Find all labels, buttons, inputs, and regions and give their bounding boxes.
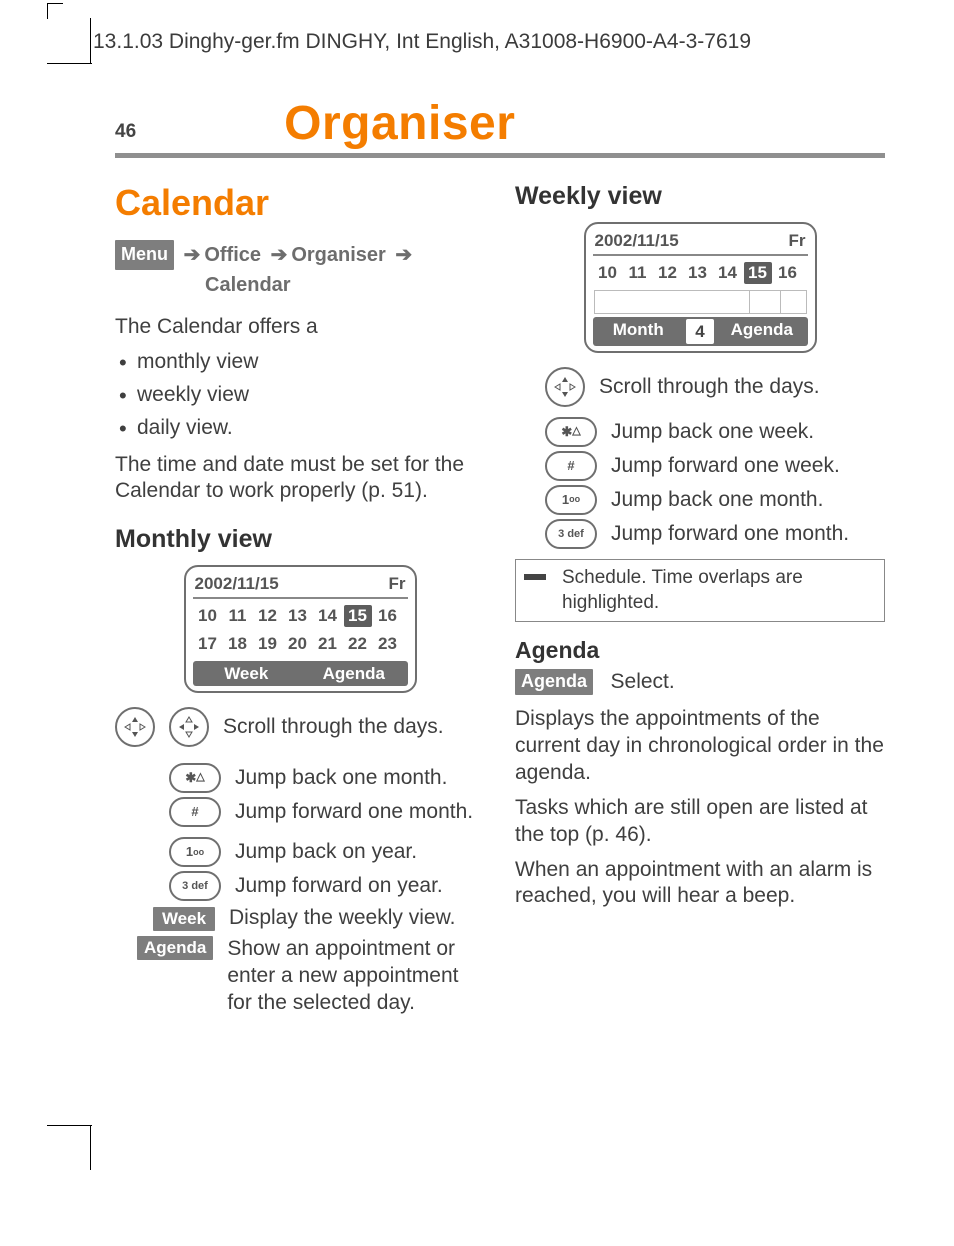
crop-mark <box>90 18 91 64</box>
schedule-note-box: Schedule. Time overlaps are highlighted. <box>515 559 885 622</box>
star-key-icon: ✱△ <box>169 763 221 793</box>
crumb-office: Office <box>204 244 261 266</box>
agenda-select: Select. <box>611 670 675 693</box>
running-header: 13.1.03 Dinghy-ger.fm DINGHY, Int Englis… <box>93 30 751 54</box>
phone-display-monthly: 2002/11/15 Fr 10111213141516 171819202122… <box>184 565 417 693</box>
phone-softkeys: Week Agenda <box>193 661 408 687</box>
legend-scroll: Scroll through the days. <box>223 714 485 741</box>
crumb-organiser: Organiser <box>291 244 385 266</box>
legend-one: Jump back one month. <box>611 487 885 514</box>
phone-softkeys: Month 4 Agenda <box>593 317 808 347</box>
nav-icon <box>115 707 155 747</box>
crop-mark <box>90 1125 91 1170</box>
one-key-icon: 1oo <box>545 485 597 515</box>
overlap-bar-icon <box>524 574 546 580</box>
note-text: The time and date must be set for the Ca… <box>115 452 485 506</box>
legend-three: Jump forward on year. <box>235 873 485 900</box>
legend-scroll: Scroll through the days. <box>599 374 885 401</box>
list-item: monthly view <box>115 349 485 376</box>
crop-mark <box>47 1125 92 1126</box>
view-list: monthly view weekly view daily view. <box>115 349 485 442</box>
agenda-pill: Agenda <box>515 669 593 695</box>
phone-days-row: 10111213141516 <box>594 262 807 284</box>
header-rule <box>115 153 885 158</box>
legend-one: Jump back on year. <box>235 839 485 866</box>
phone-date: 2002/11/15 <box>195 573 279 595</box>
agenda-heading: Agenda <box>515 636 885 665</box>
legend-star: Jump back one month. <box>235 765 485 792</box>
legend-agenda: Show an appointment or enter a new appoi… <box>227 936 485 1017</box>
intro-text: The Calendar offers a <box>115 314 485 341</box>
softkey-week: Week <box>193 661 301 687</box>
weekly-view-heading: Weekly view <box>515 180 885 212</box>
softkey-agenda: Agenda <box>300 661 408 687</box>
body-text: Displays the appointments of the current… <box>515 706 885 787</box>
star-key-icon: ✱△ <box>545 417 597 447</box>
page-number: 46 <box>115 121 136 151</box>
nav-icon <box>169 707 209 747</box>
phone-days-row: 17181920212223 <box>194 633 407 655</box>
note-text: Schedule. Time overlaps are highlighted. <box>562 566 876 615</box>
phone-dow: Fr <box>789 230 806 252</box>
phone-display-weekly: 2002/11/15 Fr 10111213141516 Month 4 Agen… <box>584 222 817 353</box>
body-text: Tasks which are still open are listed at… <box>515 795 885 849</box>
hash-key-icon: # <box>169 797 221 827</box>
legend-three: Jump forward one month. <box>611 521 885 548</box>
list-item: weekly view <box>115 382 485 409</box>
agenda-softkey-icon: Agenda <box>137 936 213 960</box>
nav-icon <box>545 367 585 407</box>
three-key-icon: 3 def <box>169 871 221 901</box>
one-key-icon: 1oo <box>169 837 221 867</box>
week-softkey-icon: Week <box>153 907 215 931</box>
softkey-agenda: Agenda <box>716 317 808 347</box>
three-key-icon: 3 def <box>545 519 597 549</box>
menu-pill: Menu <box>115 240 174 270</box>
hash-key-icon: # <box>545 451 597 481</box>
crop-mark <box>47 3 63 19</box>
legend-hash: Jump forward one month. <box>235 799 485 826</box>
breadcrumb: Menu ➔Office ➔Organiser ➔ Calendar <box>115 240 485 300</box>
softkey-month: Month <box>593 317 685 347</box>
section-calendar: Calendar <box>115 180 485 226</box>
legend-star: Jump back one week. <box>611 419 885 446</box>
phone-days-row: 10111213141516 <box>194 605 407 627</box>
list-item: daily view. <box>115 415 485 442</box>
legend-week: Display the weekly view. <box>229 905 485 932</box>
phone-date: 2002/11/15 <box>595 230 679 252</box>
chapter-title: Organiser <box>284 96 515 151</box>
crumb-calendar: Calendar <box>205 274 291 296</box>
softkey-mid: 4 <box>686 319 714 345</box>
legend-hash: Jump forward one week. <box>611 453 885 480</box>
crop-mark <box>47 63 92 64</box>
phone-timeslot <box>594 290 807 314</box>
monthly-view-heading: Monthly view <box>115 523 485 555</box>
phone-dow: Fr <box>389 573 406 595</box>
body-text: When an appointment with an alarm is rea… <box>515 857 885 911</box>
